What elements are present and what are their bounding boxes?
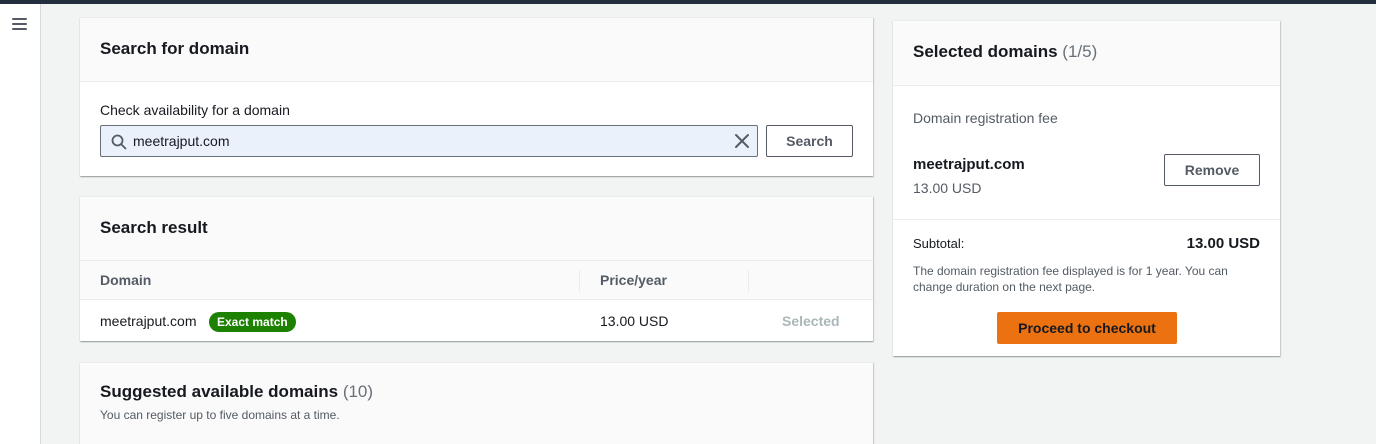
selected-domains-panel: Selected domains (1/5) Domain registrati… <box>893 20 1280 356</box>
remove-button[interactable]: Remove <box>1164 154 1260 186</box>
search-panel-header: Search for domain <box>80 18 873 82</box>
top-bar <box>0 0 1376 4</box>
search-field-label: Check availability for a domain <box>100 102 290 118</box>
result-price: 13.00 USD <box>600 313 669 329</box>
suggested-title-text: Suggested available domains <box>100 382 339 401</box>
divider <box>893 219 1280 220</box>
column-divider <box>579 270 580 292</box>
result-panel-header: Search result <box>80 197 873 261</box>
selected-status-button[interactable]: Selected <box>782 313 840 329</box>
result-panel-title: Search result <box>100 218 208 237</box>
hamburger-menu-icon[interactable] <box>12 18 27 31</box>
search-result-panel: Search result Domain Price/year meetrajp… <box>80 196 873 341</box>
table-row: meetrajput.com Exact match 13.00 USD Sel… <box>80 300 873 342</box>
search-icon <box>111 134 127 150</box>
proceed-to-checkout-button[interactable]: Proceed to checkout <box>997 312 1177 344</box>
suggested-subtitle: You can register up to five domains at a… <box>100 408 340 422</box>
subtotal-value: 13.00 USD <box>1186 235 1260 252</box>
registration-fee-label: Domain registration fee <box>913 110 1058 126</box>
column-header-domain[interactable]: Domain <box>100 272 151 288</box>
side-navigation <box>0 4 41 444</box>
result-domain: meetrajput.com <box>100 313 197 329</box>
table-header-row: Domain Price/year <box>80 260 873 300</box>
column-divider <box>748 270 749 292</box>
search-domain-panel: Search for domain Check availability for… <box>80 17 873 176</box>
selected-count: (1/5) <box>1062 42 1098 61</box>
results-table: Domain Price/year meetrajput.com Exact m… <box>80 260 873 342</box>
selected-panel-title: Selected domains (1/5) <box>913 42 1260 62</box>
suggested-count: (10) <box>342 382 374 401</box>
subtotal-label: Subtotal: <box>913 236 965 251</box>
suggested-domains-panel: Suggested available domains (10) You can… <box>80 362 873 444</box>
column-header-price[interactable]: Price/year <box>600 272 667 288</box>
selected-panel-header: Selected domains (1/5) <box>893 21 1280 86</box>
suggested-panel-title: Suggested available domains (10) <box>100 382 853 402</box>
domain-search-input[interactable] <box>133 131 713 151</box>
exact-match-badge: Exact match <box>209 312 296 332</box>
selected-title-text: Selected domains <box>913 42 1058 61</box>
selected-domain-name: meetrajput.com <box>913 156 1025 173</box>
search-button[interactable]: Search <box>766 125 853 157</box>
duration-note: The domain registration fee displayed is… <box>913 264 1228 294</box>
selected-domain-price: 13.00 USD <box>913 180 982 196</box>
search-panel-title: Search for domain <box>100 39 250 58</box>
suggested-panel-header: Suggested available domains (10) You can… <box>80 363 873 444</box>
close-icon[interactable] <box>734 133 750 149</box>
domain-search-field[interactable] <box>100 125 758 157</box>
